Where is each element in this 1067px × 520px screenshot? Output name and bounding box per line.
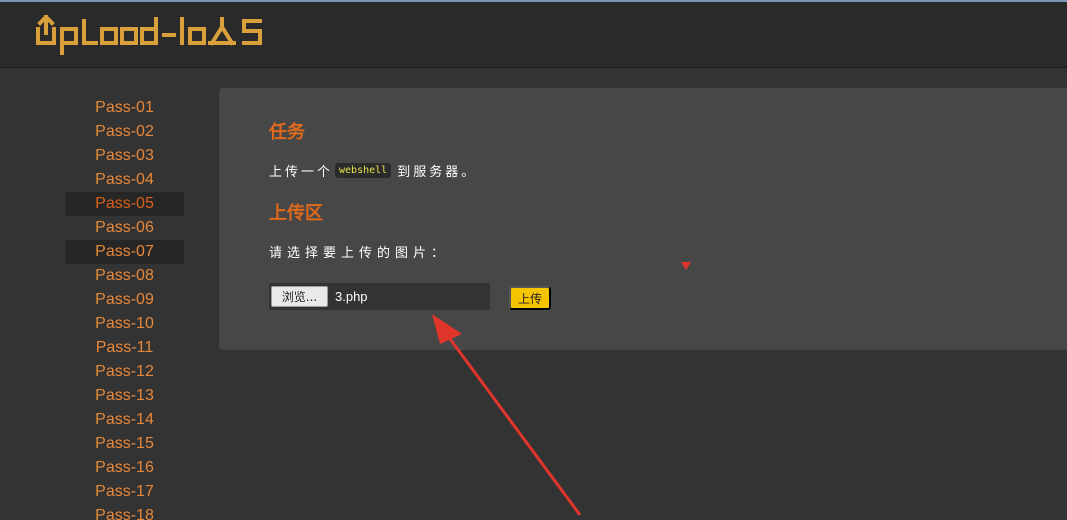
task-text-before: 上传一个 <box>269 165 334 180</box>
sidebar-item-pass-01[interactable]: Pass-01 <box>65 96 184 120</box>
sidebar-item-pass-18[interactable]: Pass-18 <box>65 504 184 520</box>
sidebar-item-pass-03[interactable]: Pass-03 <box>65 144 184 168</box>
sidebar-item-pass-11[interactable]: Pass-11 <box>65 336 184 360</box>
sidebar-item-pass-05[interactable]: Pass-05 <box>65 192 184 216</box>
sidebar-item-pass-10[interactable]: Pass-10 <box>65 312 184 336</box>
sidebar-item-pass-14[interactable]: Pass-14 <box>65 408 184 432</box>
task-text-after: 到服务器。 <box>397 165 478 180</box>
task-panel: 任务 上传一个 webshell 到服务器。 上传区 请选择要上传的图片： 浏览… <box>219 88 1067 350</box>
sidebar-item-pass-07[interactable]: Pass-07 <box>65 240 184 264</box>
webshell-code-tag: webshell <box>335 163 392 178</box>
sidebar-item-pass-13[interactable]: Pass-13 <box>65 384 184 408</box>
site-logo[interactable] <box>36 15 268 55</box>
logo-icon <box>36 15 262 55</box>
sidebar-item-pass-08[interactable]: Pass-08 <box>65 264 184 288</box>
sidebar-item-pass-06[interactable]: Pass-06 <box>65 216 184 240</box>
upload-title: 上传区 <box>269 203 323 224</box>
red-annotation-arrow-icon <box>432 314 582 516</box>
level-sidebar: Pass-01 Pass-02 Pass-03 Pass-04 Pass-05 … <box>65 96 184 520</box>
sidebar-item-pass-04[interactable]: Pass-04 <box>65 168 184 192</box>
upload-prompt: 请选择要上传的图片： <box>269 246 450 261</box>
red-triangle-marker <box>681 262 691 270</box>
sidebar-item-pass-02[interactable]: Pass-02 <box>65 120 184 144</box>
top-bar <box>0 0 1067 68</box>
sidebar-item-pass-16[interactable]: Pass-16 <box>65 456 184 480</box>
sidebar-item-pass-12[interactable]: Pass-12 <box>65 360 184 384</box>
selected-file-name: 3.php <box>335 289 368 304</box>
sidebar-item-pass-17[interactable]: Pass-17 <box>65 480 184 504</box>
sidebar-item-pass-15[interactable]: Pass-15 <box>65 432 184 456</box>
task-title: 任务 <box>269 122 305 143</box>
sidebar-item-pass-09[interactable]: Pass-09 <box>65 288 184 312</box>
task-description: 上传一个 webshell 到服务器。 <box>269 161 477 180</box>
browse-button[interactable]: 浏览... <box>271 286 328 307</box>
